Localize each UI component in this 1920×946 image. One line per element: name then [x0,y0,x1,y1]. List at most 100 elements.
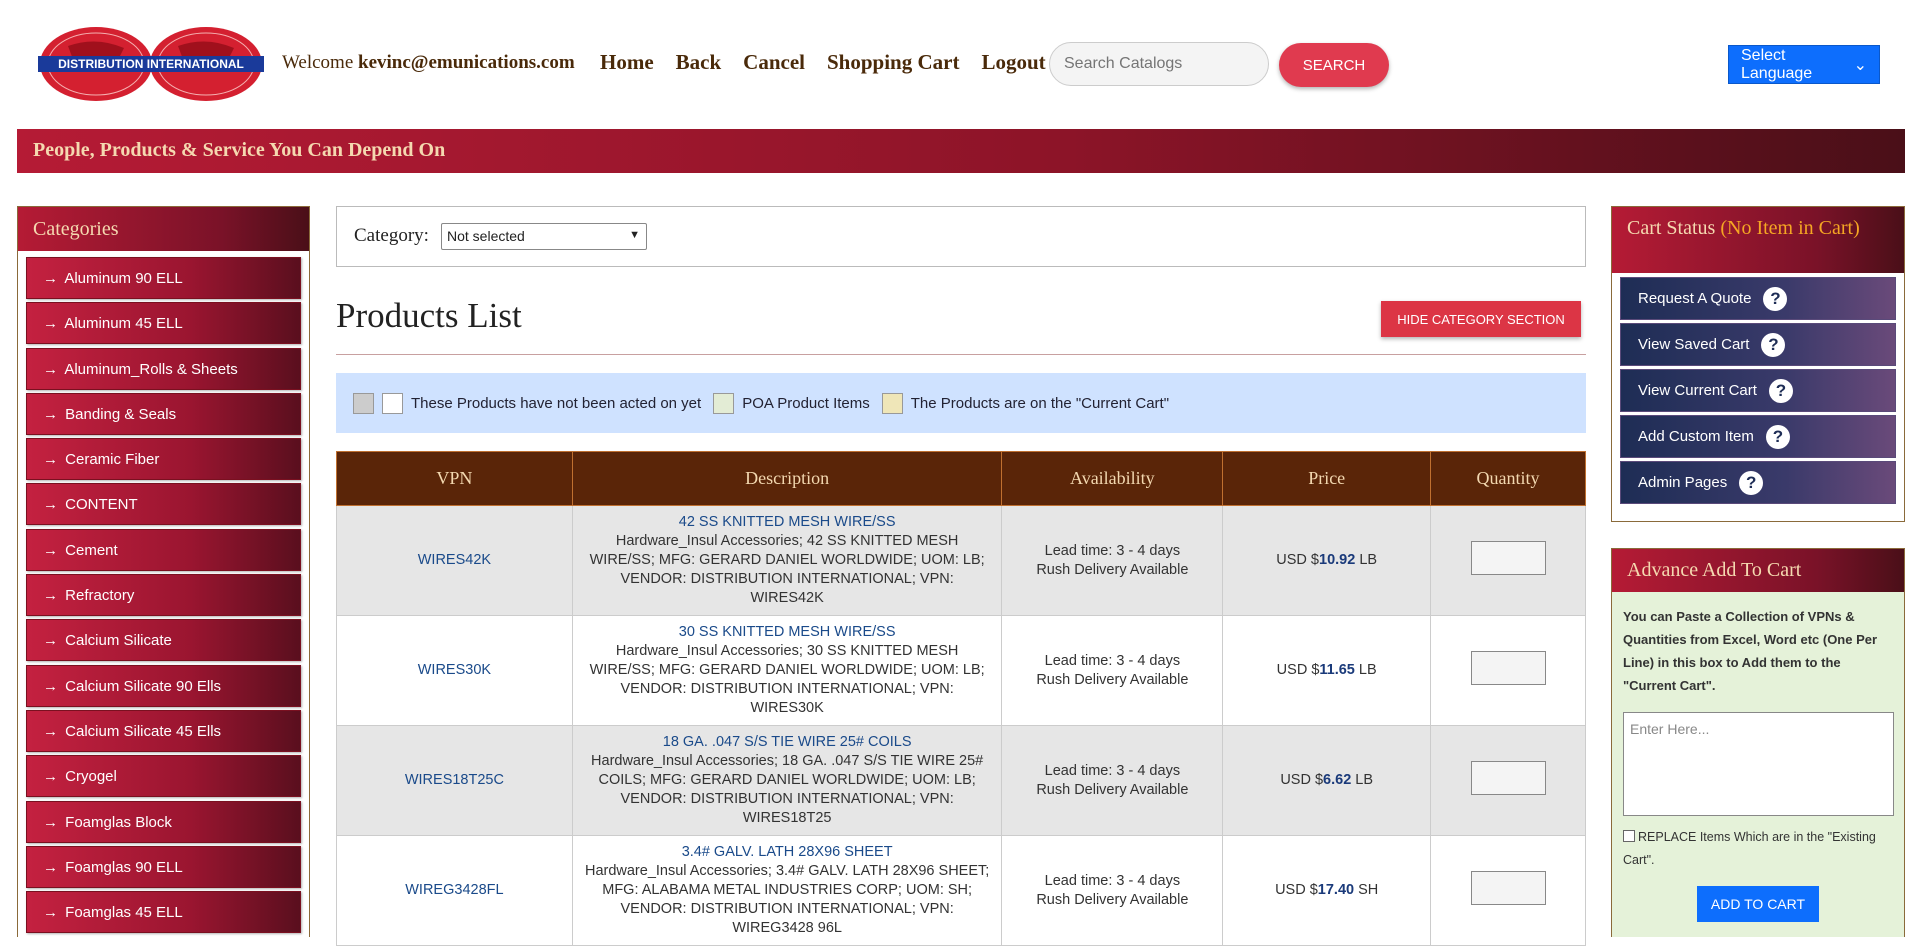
price-cell: USD $17.40 SH [1222,835,1432,946]
category-item-label: Calcium Silicate 90 Ells [65,677,222,695]
cart-status-panel: Cart Status (No Item in Cart) Request A … [1611,206,1905,522]
vpn-link[interactable]: WIRES42K [418,552,491,568]
col-availability: Availability [1001,451,1224,506]
help-icon[interactable]: ? [1768,378,1793,403]
price-currency: USD $ [1280,772,1324,788]
category-item[interactable]: → Foamglas 90 ELL [26,845,301,888]
product-description: Hardware_Insul Accessories; 3.4# GALV. L… [584,863,990,936]
nav-shopping-cart[interactable]: Shopping Cart [827,50,959,75]
category-item[interactable]: → Aluminum_Rolls & Sheets [26,347,301,390]
category-item[interactable]: → Ceramic Fiber [26,438,301,481]
description-cell: 3.4# GALV. LATH 28X96 SHEET Hardware_Insu… [571,835,1003,946]
cart-action-label: View Current Cart [1638,382,1757,399]
arrow-right-icon: → [43,813,58,831]
category-item[interactable]: → Refractory [26,574,301,617]
cart-action-button[interactable]: View Current Cart? [1620,369,1896,412]
table-row: WIRES30K 30 SS KNITTED MESH WIRE/SS Hardwa… [336,615,1586,726]
arrow-right-icon: → [43,270,58,287]
quantity-input[interactable] [1470,650,1546,685]
help-icon[interactable]: ? [1765,424,1790,449]
arrow-right-icon: → [43,722,58,740]
nav-home[interactable]: Home [600,50,654,75]
arrow-right-icon: → [43,451,58,469]
product-title-link[interactable]: 30 SS KNITTED MESH WIRE/SS [583,623,992,642]
tagline-text: People, Products & Service You Can Depen… [33,139,446,161]
category-item[interactable]: → Cement [26,528,301,571]
arrow-right-icon: → [43,405,58,423]
category-item-label: Aluminum 90 ELL [64,270,183,287]
help-icon[interactable]: ? [1739,470,1764,495]
category-item[interactable]: → Banding & Seals [26,392,301,435]
nav-logout[interactable]: Logout [981,50,1045,75]
nav-back[interactable]: Back [676,50,722,75]
legend-swatch-white [382,392,403,414]
legend-poa: POA Product Items [742,394,870,412]
category-item[interactable]: → Cryogel [26,755,301,798]
product-description: Hardware_Insul Accessories; 30 SS KNITTE… [589,643,985,716]
vpn-link[interactable]: WIREG3428FL [405,882,503,898]
category-item-label: Ceramic Fiber [65,451,160,469]
vpn-link[interactable]: WIRES18T25C [405,772,504,788]
arrow-right-icon: → [43,587,58,605]
quantity-input[interactable] [1470,870,1546,905]
search-button[interactable]: SEARCH [1279,43,1389,87]
cart-status-title: Cart Status (No Item in Cart) [1612,207,1904,273]
description-cell: 42 SS KNITTED MESH WIRE/SS Hardware_Insul… [571,505,1003,616]
welcome-label: Welcome [282,52,354,73]
cart-action-button[interactable]: Admin Pages? [1620,461,1896,504]
legend-swatch-gray [353,392,374,414]
vpn-link[interactable]: WIRES30K [418,662,491,678]
category-item[interactable]: → Foamglas Block [26,800,301,843]
category-item-label: Refractory [65,587,135,605]
hide-category-button[interactable]: HIDE CATEGORY SECTION [1381,301,1581,337]
category-item[interactable]: → Calcium Silicate 90 Ells [26,664,301,707]
category-item[interactable]: → Foamglas 45 ELL [26,891,301,934]
company-logo[interactable]: DISTRIBUTION INTERNATIONAL [38,26,264,102]
product-title-link[interactable]: 42 SS KNITTED MESH WIRE/SS [583,513,992,532]
help-icon[interactable]: ? [1761,332,1786,357]
replace-checkbox[interactable] [1623,830,1635,842]
price-value: 17.40 [1317,882,1355,898]
quantity-input[interactable] [1470,540,1546,575]
arrow-right-icon: → [43,315,58,333]
quantity-cell [1430,725,1586,836]
arrow-right-icon: → [43,677,58,695]
search-input[interactable] [1049,42,1269,86]
quantity-cell [1430,835,1586,946]
language-select[interactable]: Select Language ⌄ [1728,45,1880,84]
category-item[interactable]: → CONTENT [26,483,301,526]
arrow-right-icon: → [43,496,58,514]
category-item-label: Cement [65,541,118,559]
product-title-link[interactable]: 3.4# GALV. LATH 28X96 SHEET [583,843,992,862]
cart-action-button[interactable]: View Saved Cart? [1620,323,1896,366]
add-to-cart-button[interactable]: ADD TO CART [1697,886,1819,922]
cart-action-label: View Saved Cart [1638,336,1750,353]
nav-cancel[interactable]: Cancel [743,50,805,75]
lead-time: Lead time: 3 - 4 days [1044,652,1181,669]
quantity-cell [1430,505,1586,616]
table-row: WIRES18T25C 18 GA. .047 S/S TIE WIRE 25# … [336,725,1586,836]
help-icon[interactable]: ? [1763,286,1788,311]
paste-textarea[interactable]: Enter Here... [1623,712,1894,816]
vpn-cell: WIRES30K [336,615,573,726]
cart-action-button[interactable]: Add Custom Item? [1620,415,1896,458]
lead-time: Lead time: 3 - 4 days [1044,762,1181,779]
page-title: Products List [336,296,522,335]
category-item[interactable]: → Aluminum 45 ELL [26,302,301,345]
category-item[interactable]: → Aluminum 90 ELL [26,257,301,299]
price-cell: USD $11.65 LB [1222,615,1432,726]
category-select[interactable]: Not selected ▼ [441,223,647,250]
paste-placeholder: Enter Here... [1630,721,1710,737]
cart-action-button[interactable]: Request A Quote? [1620,277,1896,320]
availability-cell: Lead time: 3 - 4 days Rush Delivery Avail… [1001,835,1224,946]
quantity-cell [1430,615,1586,726]
rush-delivery: Rush Delivery Available [1036,671,1189,688]
product-title-link[interactable]: 18 GA. .047 S/S TIE WIRE 25# COILS [583,733,992,752]
products-table: VPN Description Availability Price Quant… [336,451,1586,946]
category-item[interactable]: → Calcium Silicate [26,619,301,662]
cart-status-label: Cart Status [1627,217,1716,239]
availability-cell: Lead time: 3 - 4 days Rush Delivery Avail… [1001,615,1224,726]
category-item[interactable]: → Calcium Silicate 45 Ells [26,709,301,752]
arrow-right-icon: → [43,768,58,786]
quantity-input[interactable] [1470,760,1546,795]
